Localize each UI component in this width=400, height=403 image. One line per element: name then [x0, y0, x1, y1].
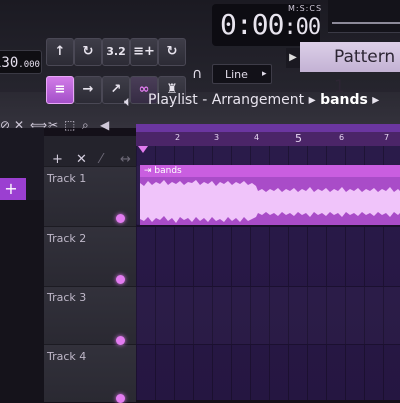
track-label: Track 1 — [47, 172, 87, 185]
cpu-monitor — [328, 0, 400, 33]
ruler-mark: 3 — [214, 133, 220, 142]
track-enable-led[interactable] — [116, 214, 125, 223]
time-format-label[interactable]: M:S:CS — [288, 4, 322, 13]
select-icon[interactable]: ⬚ — [64, 118, 75, 132]
cpu-monitor-line — [332, 22, 400, 24]
add-track-icon[interactable]: + — [52, 152, 63, 167]
speaker-icon[interactable]: 🔈︎ — [124, 94, 132, 110]
lane-divider — [136, 344, 400, 345]
ruler-mark: 4 — [254, 133, 260, 142]
pattern-arrow-icon[interactable]: ▶ — [286, 48, 300, 68]
playhead-marker[interactable] — [138, 146, 148, 153]
toolbar-add-pattern-button[interactable]: ≡+ — [130, 38, 158, 66]
lane-divider — [136, 225, 400, 227]
piano-roll-icon[interactable]: ≡ — [46, 76, 74, 104]
track-label: Track 4 — [47, 350, 87, 363]
delete-track-icon[interactable]: ✕ — [76, 152, 87, 167]
ruler-mark: 6 — [339, 133, 345, 142]
lane-divider — [136, 286, 400, 287]
pattern-selector[interactable]: Pattern 1 — [300, 42, 400, 97]
track-label: Track 2 — [47, 232, 87, 245]
lane-3[interactable] — [136, 286, 400, 344]
ruler-mark: 5 — [295, 132, 302, 145]
edit-icon[interactable]: ⁄ — [100, 152, 102, 167]
track-enable-led[interactable] — [116, 394, 125, 403]
audio-waveform — [140, 180, 400, 223]
clip-arrow-icon: ⇥ — [144, 166, 155, 176]
playlist-title: Playlist - Arrangement ▸ bands ▸ — [148, 92, 380, 108]
toolbar-step-button[interactable]: 3.2 — [102, 38, 130, 66]
arrow-right-icon[interactable]: → — [74, 76, 102, 104]
toolbar-redo-button[interactable]: ↻ — [158, 38, 186, 66]
track-label: Track 3 — [47, 291, 87, 304]
zoom-icon[interactable]: ⌕ — [82, 118, 89, 133]
chevron-right-icon: ▸ — [262, 69, 267, 79]
toolbar-loop-button[interactable]: ↻ — [74, 38, 102, 66]
tempo-display[interactable]: 130.000 — [0, 50, 42, 74]
ruler-mark: 2 — [175, 133, 181, 142]
ruler-mark: 7 — [384, 133, 390, 142]
magnet-icon[interactable]: ∩ — [192, 66, 202, 82]
slice-icon[interactable]: ✂ — [48, 118, 58, 132]
track-enable-led[interactable] — [116, 336, 125, 345]
playlist-scrollbar[interactable] — [136, 124, 400, 132]
playback-icon[interactable]: ◀ — [100, 118, 109, 132]
browser-list — [0, 200, 44, 400]
toolbar-up-button[interactable]: ↑ — [46, 38, 74, 66]
browser-add-icon[interactable]: + — [0, 178, 26, 200]
expand-icon[interactable]: ↔ — [120, 152, 131, 167]
audio-clip-header[interactable]: ⇥ bands — [140, 165, 400, 177]
track-enable-led[interactable] — [116, 275, 125, 284]
